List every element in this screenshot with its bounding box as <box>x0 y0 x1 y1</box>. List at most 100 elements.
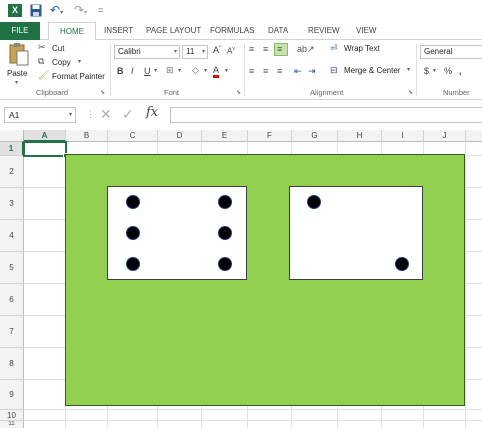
die-left[interactable] <box>107 186 247 280</box>
fill-color-dropdown-icon[interactable]: ▾ <box>204 67 207 74</box>
copy-dropdown-icon[interactable]: ▾ <box>78 58 81 65</box>
select-all-corner[interactable] <box>0 130 24 142</box>
align-top-icon[interactable]: ≡ <box>249 44 254 54</box>
wrap-text-button[interactable]: ⏎ Wrap Text <box>330 43 410 56</box>
tab-file[interactable]: FILE <box>0 22 40 40</box>
column-header-k[interactable] <box>466 130 482 142</box>
underline-button[interactable]: U <box>144 66 151 76</box>
column-header-j[interactable]: J <box>424 130 466 142</box>
row-header-11[interactable]: 11 <box>0 421 24 428</box>
cut-button[interactable]: ✂ Cut <box>38 42 98 55</box>
font-size-select[interactable]: 11 ▾ <box>182 45 208 59</box>
merge-center-button[interactable]: ⊟ Merge & Center ▾ <box>330 65 414 78</box>
font-color-dropdown-icon[interactable]: ▾ <box>225 67 228 74</box>
row-header-5[interactable]: 5 <box>0 252 24 284</box>
alignment-group-label: Alignment <box>310 88 344 97</box>
column-header-h[interactable]: H <box>338 130 382 142</box>
align-right-icon[interactable]: ≡ <box>277 66 282 76</box>
underline-dropdown-icon[interactable]: ▾ <box>154 67 157 74</box>
tab-home[interactable]: HOME <box>48 22 96 41</box>
active-cell[interactable] <box>23 141 67 157</box>
row-header-9[interactable]: 9 <box>0 380 24 410</box>
decrease-indent-icon[interactable]: ⇤ <box>294 66 302 77</box>
row-header-8[interactable]: 8 <box>0 348 24 380</box>
alignment-launcher-icon[interactable]: ⬊ <box>408 89 413 96</box>
tab-data[interactable]: DATA <box>268 22 288 40</box>
die-pip <box>307 195 321 209</box>
column-header-f[interactable]: F <box>248 130 292 142</box>
bold-button[interactable]: B <box>117 66 124 76</box>
row-header-7[interactable]: 7 <box>0 316 24 348</box>
save-icon[interactable] <box>30 4 42 17</box>
gridline <box>24 409 482 410</box>
insert-function-icon[interactable]: fx <box>146 105 158 120</box>
clipboard-group-label: Clipboard <box>36 88 69 97</box>
worksheet-grid[interactable]: A B C D E F G H I J 1 2 3 4 5 6 7 8 9 10… <box>0 130 482 428</box>
borders-dropdown-icon[interactable]: ▾ <box>178 67 181 74</box>
column-header-i[interactable]: I <box>382 130 424 142</box>
column-header-c[interactable]: C <box>108 130 158 142</box>
column-header-b[interactable]: B <box>66 130 108 142</box>
die-right[interactable] <box>289 186 423 280</box>
number-format-value: General <box>424 47 453 56</box>
row-header-4[interactable]: 4 <box>0 220 24 252</box>
paste-label: Paste <box>7 69 28 78</box>
wrap-text-icon: ⏎ <box>330 43 338 53</box>
align-left-icon[interactable]: ≡ <box>249 66 254 76</box>
row-header-3[interactable]: 3 <box>0 188 24 220</box>
font-name-select[interactable]: Calibri ▾ <box>114 45 180 59</box>
tab-view[interactable]: VIEW <box>356 22 376 40</box>
formula-bar: A1 ▾ ⋮ ✕ ✓ fx <box>0 100 482 130</box>
format-painter-button[interactable]: 🖌 Format Painter <box>38 70 108 83</box>
paste-button[interactable]: Paste ▾ <box>6 42 32 86</box>
format-painter-icon: 🖌 <box>38 70 50 80</box>
borders-icon[interactable]: ⊞ <box>166 65 174 76</box>
row-header-2[interactable]: 2 <box>0 156 24 188</box>
clipboard-launcher-icon[interactable]: ⬊ <box>100 89 105 96</box>
font-size-value: 11 <box>186 47 195 56</box>
row-header-1[interactable]: 1 <box>0 142 24 156</box>
paste-dropdown-icon[interactable]: ▾ <box>15 79 18 86</box>
formula-input[interactable] <box>170 107 482 123</box>
number-format-select[interactable]: General <box>420 45 482 59</box>
redo-icon[interactable]: ↷▾ <box>74 4 92 17</box>
comma-button[interactable]: , <box>459 66 462 76</box>
die-pip <box>126 257 140 271</box>
percent-button[interactable]: % <box>444 66 452 76</box>
column-header-e[interactable]: E <box>202 130 248 142</box>
die-pip <box>218 195 232 209</box>
ribbon-tabs: FILE HOME INSERT PAGE LAYOUT FORMULAS DA… <box>0 22 482 41</box>
orientation-icon[interactable]: ab↗ <box>297 44 315 55</box>
grow-font-button[interactable]: A^ <box>213 45 221 55</box>
customize-qat-icon[interactable]: = <box>98 4 108 17</box>
merge-center-label: Merge & Center <box>344 66 401 75</box>
enter-icon[interactable]: ✓ <box>122 106 134 123</box>
align-center-icon[interactable]: ≡ <box>263 66 268 76</box>
tab-formulas[interactable]: FORMULAS <box>210 22 254 40</box>
tab-insert[interactable]: INSERT <box>104 22 133 40</box>
row-header-6[interactable]: 6 <box>0 284 24 316</box>
font-launcher-icon[interactable]: ⬊ <box>236 89 241 96</box>
column-header-d[interactable]: D <box>158 130 202 142</box>
tab-page-layout[interactable]: PAGE LAYOUT <box>146 22 201 40</box>
gridline <box>24 420 482 421</box>
column-header-g[interactable]: G <box>292 130 338 142</box>
currency-dropdown-icon[interactable]: ▾ <box>433 67 436 74</box>
italic-button[interactable]: I <box>131 66 134 76</box>
align-middle-icon[interactable]: ≡ <box>263 44 268 54</box>
cancel-icon[interactable]: ✕ <box>100 106 112 123</box>
merge-center-icon: ⊟ <box>330 65 338 75</box>
fill-color-icon[interactable]: ◇ <box>192 65 199 76</box>
shrink-font-button[interactable]: Av <box>227 46 235 56</box>
copy-button[interactable]: ⧉ Copy ▾ <box>38 56 98 69</box>
copy-label: Copy <box>52 58 71 67</box>
increase-indent-icon[interactable]: ⇥ <box>308 66 316 77</box>
row-header-10[interactable]: 10 <box>0 410 24 421</box>
font-color-button[interactable]: A <box>213 65 220 78</box>
name-box[interactable]: A1 ▾ <box>4 107 76 123</box>
gridline <box>465 142 466 428</box>
currency-button[interactable]: $ <box>424 66 429 76</box>
undo-icon[interactable]: ↶▾ <box>50 4 68 17</box>
ribbon: Paste ▾ ✂ Cut ⧉ Copy ▾ 🖌 Format Painter … <box>0 40 482 100</box>
tab-review[interactable]: REVIEW <box>308 22 340 40</box>
